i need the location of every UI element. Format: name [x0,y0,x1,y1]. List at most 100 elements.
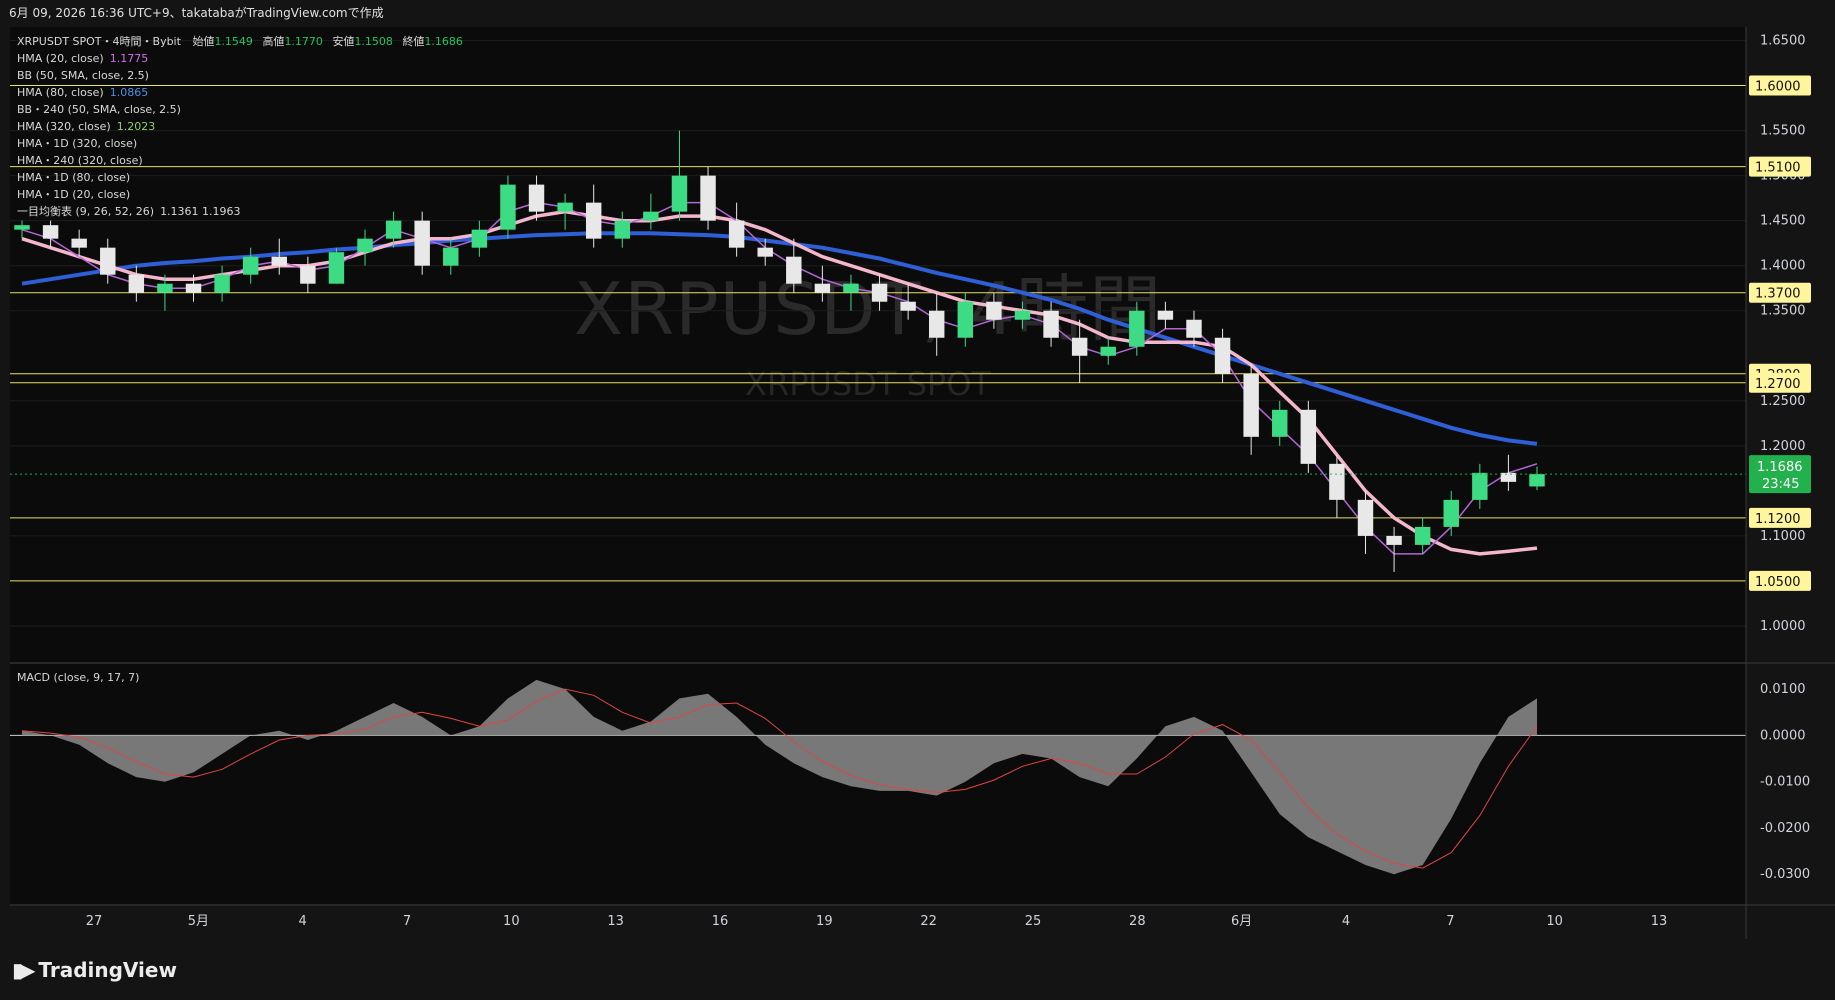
indicator-name: HMA (20, close) [17,52,104,65]
candle-body [1243,373,1259,437]
indicator-legend: XRPUSDT SPOT・4時間・Bybit 始値1.1549 高値1.1770… [17,33,463,220]
candle-body [1500,472,1517,482]
indicator-legend-row[interactable]: HMA (320, close) 1.2023 [17,118,463,135]
candle-body [328,252,345,284]
x-tick-label: 4 [1342,914,1350,929]
indicator-value: 1.1775 [109,52,149,65]
candle-body [1386,535,1402,545]
candle-body [528,184,545,212]
low-label: 安値 [332,35,355,48]
x-tick-label: 10 [503,914,520,929]
x-tick-label: 13 [1651,914,1668,929]
indicator-legend-row[interactable]: HMA・240 (320, close) [17,152,463,169]
close-value: 1.1686 [424,35,463,48]
candle-body [986,301,1002,320]
candle-body [414,220,430,266]
level-price-label: 1.0500 [1755,575,1801,590]
candle-body [728,220,745,248]
x-tick-label: 19 [816,914,833,929]
level-price-label: 1.5100 [1755,161,1801,176]
indicator-legend-row[interactable]: HMA・1D (20, close) [17,186,463,203]
x-tick-label: 25 [1025,914,1042,929]
x-tick-label: 27 [86,914,103,929]
y-tick-label: 1.1000 [1760,529,1806,544]
x-tick-label: 16 [712,914,729,929]
candle-body [242,256,259,275]
y-tick-label: 1.3500 [1760,304,1806,319]
candle-body [471,229,488,248]
bar-countdown-label: 23:45 [1762,477,1799,492]
x-tick-label: 22 [920,914,937,929]
candle-body [1014,310,1031,320]
indicator-name: HMA・240 (320, close) [17,154,143,167]
candle-body [1472,472,1488,500]
candle-body [100,247,116,275]
candle-body [385,220,402,239]
indicator-legend-row[interactable]: HMA・1D (320, close) [17,135,463,152]
candle-body [1443,499,1459,527]
candle-body [843,283,859,293]
y-tick-label: 1.5500 [1760,124,1806,139]
candle-body [42,225,59,239]
level-price-label: 1.1200 [1755,512,1801,527]
indicator-value: 1.1361 1.1963 [160,205,241,218]
candle-body [557,202,573,212]
symbol-legend-line[interactable]: XRPUSDT SPOT・4時間・Bybit 始値1.1549 高値1.1770… [17,33,463,50]
x-tick-label: 13 [607,914,624,929]
symbol-name: XRPUSDT SPOT・4時間・Bybit [17,35,181,48]
candle-body [1214,337,1231,374]
indicator-value: 1.0865 [109,86,149,99]
macd-legend[interactable]: MACD (close, 9, 17, 7) [17,671,139,684]
candle-body [1100,346,1116,356]
candle-body [700,175,716,221]
candle-body [929,310,945,338]
x-tick-label: 4 [299,914,307,929]
indicator-legend-row[interactable]: BB (50, SMA, close, 2.5) [17,67,463,84]
indicator-name: BB・240 (50, SMA, close, 2.5) [17,103,181,116]
candle-body [357,238,373,253]
candle-body [300,265,316,284]
candle-body [1329,463,1345,500]
indicator-value: 1.2023 [116,120,156,133]
x-tick-label: 10 [1546,914,1563,929]
candle-body [71,238,87,248]
y-tick-label: 1.2000 [1760,439,1806,454]
y-tick-label: 1.6500 [1760,34,1806,49]
macd-histogram-area [22,679,1537,875]
low-value: 1.1508 [354,35,393,48]
y-tick-label: 1.4000 [1760,259,1806,274]
indicator-name: BB (50, SMA, close, 2.5) [17,69,149,82]
indicator-legend-row[interactable]: 一目均衡表 (9, 26, 52, 26) 1.1361 1.1963 [17,203,463,220]
tradingview-logo[interactable]: ▮▶ TradingView [12,958,177,982]
candle-body [1157,310,1174,320]
y-tick-label: 1.0000 [1760,619,1806,634]
x-tick-label: 5月 [188,914,209,929]
x-tick-label: 6月 [1231,914,1252,929]
macd-tick-label: 0.0000 [1760,728,1806,743]
candle-body [1529,474,1545,487]
indicator-legend-row[interactable]: HMA・1D (80, close) [17,169,463,186]
indicator-legend-row[interactable]: HMA (20, close) 1.1775 [17,50,463,67]
high-value: 1.1770 [284,35,323,48]
candle-body [271,256,287,266]
candle-body [957,301,974,338]
x-tick-label: 28 [1129,914,1146,929]
indicator-legend-row[interactable]: BB・240 (50, SMA, close, 2.5) [17,101,463,118]
y-tick-label: 1.2500 [1760,394,1806,409]
indicator-name: HMA (320, close) [17,120,111,133]
indicator-legend-row[interactable]: HMA (80, close) 1.0865 [17,84,463,101]
indicator-name: HMA・1D (80, close) [17,171,131,184]
candle-body [814,283,831,293]
level-price-label: 1.6000 [1755,80,1801,95]
candle-body [1043,310,1059,338]
x-tick-label: 7 [403,914,411,929]
candle-body [157,283,173,293]
indicator-name: HMA・1D (20, close) [17,188,131,201]
tradingview-logo-text: TradingView [38,958,177,982]
footer-bar [0,944,1835,1000]
candle-body [1186,319,1202,338]
candle-body [1414,526,1431,545]
close-label: 終値 [402,35,425,48]
candle-body [214,274,230,293]
indicator-name: HMA (80, close) [17,86,104,99]
